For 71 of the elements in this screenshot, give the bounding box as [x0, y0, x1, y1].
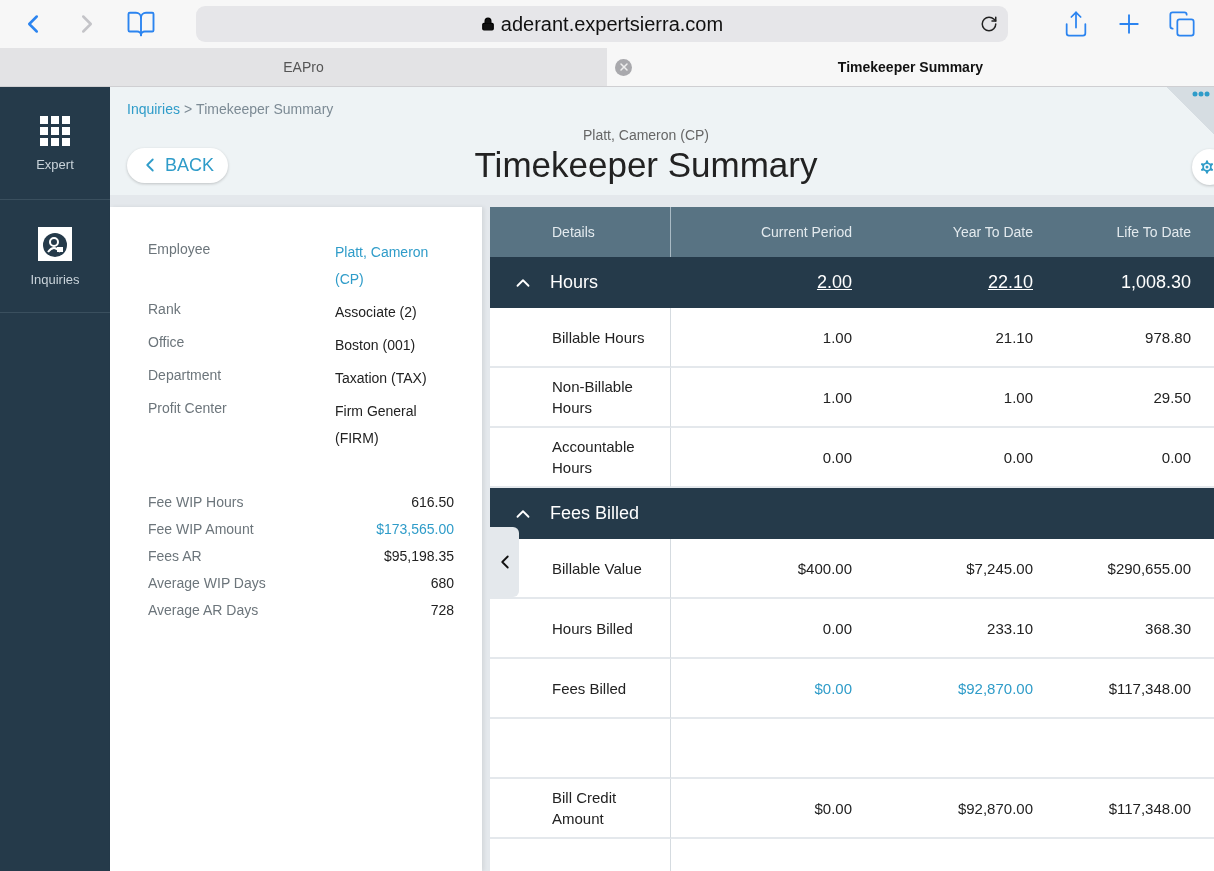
address-bar[interactable]: aderant.expertsierra.com [196, 6, 1008, 42]
page-title: Timekeeper Summary [474, 145, 818, 185]
field-label: Employee [148, 240, 212, 259]
table-cell: $7,245.00 [852, 539, 1033, 599]
column-header: Current Period [671, 207, 852, 257]
group-label: Hours [550, 272, 598, 293]
breadcrumb-separator: > [183, 101, 193, 117]
table-cell: 21.10 [852, 308, 1033, 368]
settings-icon [1198, 158, 1214, 176]
table-cell: 1.00 [671, 308, 852, 368]
column-header: Year To Date [852, 207, 1033, 257]
table-cell: Billable Hours [490, 308, 671, 368]
field-value: Taxation (TAX) [335, 369, 428, 388]
field-label: Rank [148, 300, 182, 319]
field-label: Average AR Days [148, 601, 260, 620]
field-label: Fees AR [148, 547, 203, 566]
field-label: Fee WIP Hours [148, 493, 245, 512]
table-cell: 978.80 [1033, 308, 1214, 368]
table-cell: Fees Billed [490, 659, 671, 719]
browser-tab[interactable]: EAPro [0, 48, 607, 86]
column-header: Details [490, 207, 671, 257]
group-header[interactable]: Fees Billed [490, 488, 671, 539]
field-label: Average WIP Days [148, 574, 267, 593]
field-value: Associate (2) [335, 303, 418, 322]
field-label: Office [148, 333, 186, 352]
field-value: Boston (001) [335, 336, 417, 355]
table-cell: 233.10 [852, 599, 1033, 659]
column-header: Life To Date [1033, 207, 1214, 257]
total-value: 1,008.30 [1120, 272, 1191, 293]
table-cell: 1.00 [852, 368, 1033, 428]
field-label: Department [148, 366, 223, 385]
more-icon [1192, 91, 1210, 97]
page-subtitle: Platt, Cameron (CP) [583, 127, 710, 143]
sidebar-item[interactable]: Inquiries [0, 200, 110, 313]
field-value: 616.50 [410, 493, 454, 512]
field-value: 728 [429, 601, 454, 620]
field-value: 680 [429, 574, 454, 593]
group-label: Fees Billed [550, 503, 640, 524]
collapse-button[interactable] [490, 527, 519, 597]
close-icon[interactable] [615, 58, 632, 76]
table-cell: $290,655.00 [1033, 539, 1214, 599]
table-cell: $400.00 [671, 539, 852, 599]
person-search-icon [37, 225, 73, 262]
tabs-icon[interactable] [1168, 10, 1196, 38]
table-cell: $117,348.00 [1033, 779, 1214, 839]
sidebar-label: Inquiries [30, 271, 80, 287]
reload-icon[interactable] [980, 15, 998, 33]
table-cell: $117,348.00 [1033, 659, 1214, 719]
table-cell: $92,870.00 [852, 779, 1033, 839]
field-value: $95,198.35 [382, 547, 454, 566]
table-cell: Non-Billable Hours [490, 368, 671, 428]
table-cell: Bill Credit Amount [490, 779, 671, 839]
total-link[interactable]: 22.10 [987, 272, 1033, 293]
browser-tab[interactable]: Timekeeper Summary [607, 48, 1214, 86]
book-icon[interactable] [126, 9, 156, 39]
table-cell: 0.00 [671, 599, 852, 659]
field-label: Fee WIP Amount [148, 520, 255, 539]
grid-icon [39, 114, 71, 147]
url-text: aderant.expertsierra.com [500, 12, 724, 36]
table-cell: 368.30 [1033, 599, 1214, 659]
table-cell: 29.50 [1033, 368, 1214, 428]
group-header[interactable]: Hours [490, 257, 671, 308]
table-cell: Hours Billed [490, 599, 671, 659]
field-value: Firm General (FIRM) [335, 402, 418, 448]
lock-icon [480, 17, 495, 31]
breadcrumb-current: Timekeeper Summary [196, 101, 334, 117]
total-link[interactable]: 2.00 [816, 272, 852, 293]
table-cell: 1.00 [671, 368, 852, 428]
table-cell: $0.00 [671, 779, 852, 839]
sidebar-label: Expert [36, 156, 74, 172]
field-label: Profit Center [148, 399, 228, 418]
